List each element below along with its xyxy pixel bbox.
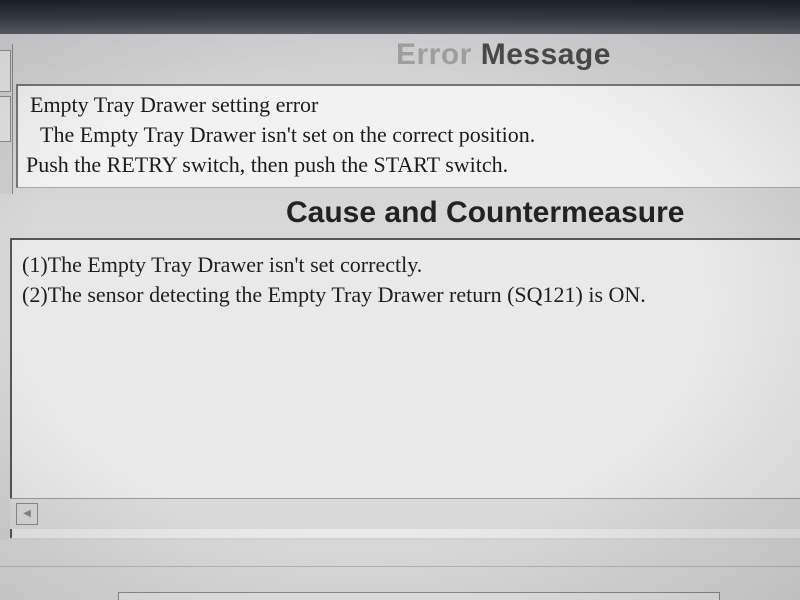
left-side-tab-2[interactable] — [0, 96, 11, 142]
error-message-title-bold: Message — [480, 38, 611, 71]
horizontal-scrollbar[interactable]: ◀ — [10, 498, 800, 529]
error-line-1: Empty Tray Drawer setting error — [30, 92, 319, 117]
error-message-title-faded: Error — [396, 38, 481, 71]
error-line-3: Push the RETRY switch, then push the STA… — [26, 152, 509, 177]
error-line-2: The Empty Tray Drawer isn't set on the c… — [40, 122, 536, 147]
monitor-bezel — [0, 0, 800, 34]
scroll-left-arrow-icon[interactable]: ◀ — [16, 503, 38, 525]
cause-countermeasure-title: Cause and Countermeasure — [286, 196, 685, 229]
error-message-box: Empty Tray Drawer setting error The Empt… — [16, 84, 800, 188]
lower-panel — [0, 540, 800, 600]
left-side-tab-1[interactable] — [0, 50, 11, 92]
cause-line-2: (2)The sensor detecting the Empty Tray D… — [22, 282, 646, 307]
cause-countermeasure-box[interactable]: (1)The Empty Tray Drawer isn't set corre… — [10, 238, 800, 538]
lower-divider — [0, 566, 800, 567]
cause-line-1: (1)The Empty Tray Drawer isn't set corre… — [22, 252, 423, 277]
bottom-button[interactable] — [118, 592, 720, 600]
display-screen: Error Message Empty Tray Drawer setting … — [0, 0, 800, 600]
error-message-title: Error Message — [396, 38, 611, 72]
